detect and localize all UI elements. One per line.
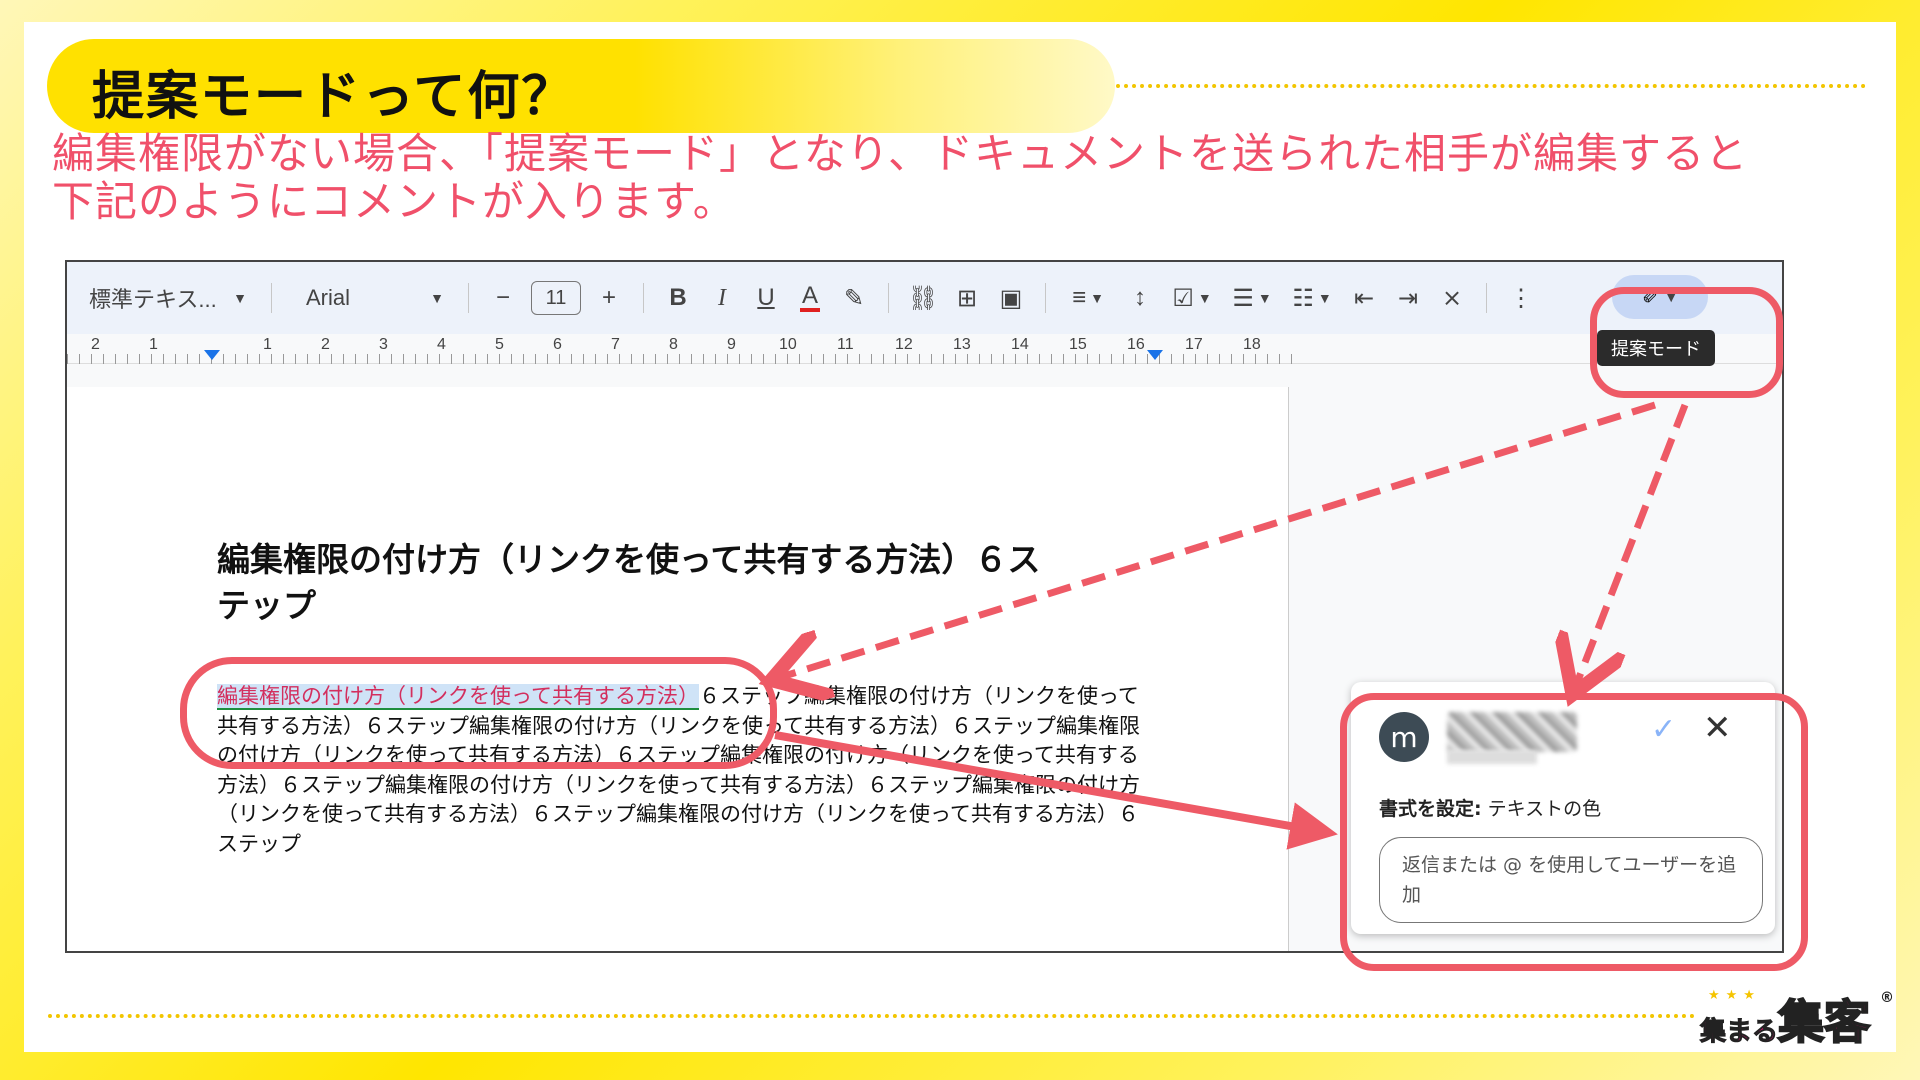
intro-text: 編集権限がない場合、「提案モード」となり、ドキュメントを送られた相手が編集すると…	[52, 130, 1852, 226]
toolbar-separator	[643, 283, 644, 313]
toolbar-separator	[468, 283, 469, 313]
clear-formatting-button[interactable]: ⨯	[1430, 278, 1474, 318]
logo-small-text: 集まる	[1699, 1017, 1779, 1048]
add-comment-button[interactable]: ⊞	[945, 278, 989, 318]
dropdown-icon: ▼	[430, 290, 444, 306]
callout-suggested-text	[180, 657, 777, 769]
checklist-icon: ☑	[1172, 284, 1194, 312]
intro-line-1: 編集権限がない場合、「提案モード」となり、ドキュメントを送られた相手が編集すると	[52, 129, 1749, 178]
link-icon: ⛓	[907, 284, 939, 312]
plus-icon: +	[601, 284, 616, 311]
increase-indent-icon: ⇥	[1397, 284, 1419, 312]
underline-button[interactable]: U	[744, 278, 788, 318]
line-spacing-button[interactable]: ↕	[1118, 278, 1162, 318]
ruler-label: 5	[495, 336, 504, 353]
decrease-indent-icon: ⇤	[1353, 284, 1375, 312]
more-options-button[interactable]: ⋮	[1499, 278, 1543, 318]
ruler-label: 15	[1069, 336, 1087, 353]
dropdown-icon: ▼	[1317, 290, 1332, 306]
right-indent-marker[interactable]	[1147, 350, 1163, 360]
insert-link-button[interactable]: ⛓	[901, 278, 945, 318]
italic-icon: I	[718, 284, 726, 311]
ruler-label: 6	[553, 336, 562, 353]
ruler-label: 3	[379, 336, 388, 353]
increase-font-size-button[interactable]: +	[587, 278, 631, 318]
italic-button[interactable]: I	[700, 278, 744, 318]
paragraph-style-dropdown[interactable]: 標準テキス... ▼	[89, 278, 259, 318]
text-color-button[interactable]: A	[788, 278, 832, 318]
toolbar-separator	[271, 283, 272, 313]
checklist-dropdown[interactable]: ☑ ▼	[1162, 278, 1222, 318]
ruler-label: 13	[953, 336, 971, 353]
highlight-icon: ✎	[843, 284, 865, 312]
dropdown-icon: ▼	[1090, 290, 1104, 306]
callout-suggest-button	[1590, 287, 1783, 398]
image-icon: ▣	[999, 284, 1023, 312]
bullet-list-icon: ☰	[1232, 284, 1254, 312]
callout-comment-card	[1340, 693, 1808, 971]
logo-big-text: 集客	[1777, 995, 1871, 1049]
align-dropdown[interactable]: ≡ ▼	[1058, 278, 1118, 318]
ruler-label: 9	[727, 336, 736, 353]
ruler-label: 12	[895, 336, 913, 353]
title-divider	[1116, 84, 1866, 88]
numbered-list-dropdown[interactable]: ☷ ▼	[1282, 278, 1342, 318]
ruler-label: 8	[669, 336, 678, 353]
ruler-label: 17	[1185, 336, 1203, 353]
underline-icon: U	[757, 284, 775, 311]
align-icon: ≡	[1072, 284, 1087, 311]
line-spacing-icon: ↕	[1134, 284, 1146, 311]
decrease-indent-button[interactable]: ⇤	[1342, 278, 1386, 318]
clear-format-icon: ⨯	[1441, 284, 1463, 312]
ruler-label: 2	[321, 336, 330, 353]
text-color-icon: A	[799, 284, 820, 312]
ruler-label: 10	[779, 336, 797, 353]
registered-mark: ®	[1880, 990, 1894, 1006]
ruler-label: 7	[611, 336, 620, 353]
ruler: 2 1 1 2 3 4 5 6 7 8 9 10 11 12 13 14 15 …	[67, 334, 1782, 364]
paragraph-style-label: 標準テキス...	[89, 287, 217, 312]
brand-logo: ★★★ 集まる 集客 ®	[1699, 988, 1900, 1049]
ruler-ticks	[67, 354, 1293, 364]
numbered-list-icon: ☷	[1292, 284, 1314, 312]
dropdown-icon: ▼	[233, 290, 247, 306]
toolbar-separator	[888, 283, 889, 313]
ruler-label: 2	[91, 336, 100, 353]
intro-line-2: 下記のようにコメントが入ります。	[52, 177, 736, 226]
ruler-label: 16	[1127, 336, 1145, 353]
docs-toolbar: 標準テキス... ▼ Arial ▼ − 11 + B I U A ✎ ⛓ ⊞ …	[67, 262, 1782, 334]
toolbar-separator	[1486, 283, 1487, 313]
bullet-list-dropdown[interactable]: ☰ ▼	[1222, 278, 1282, 318]
star-icons: ★★★	[1708, 988, 1761, 1003]
heading-line-2: テップ	[217, 586, 316, 625]
increase-indent-button[interactable]: ⇥	[1386, 278, 1430, 318]
ruler-label: 14	[1011, 336, 1029, 353]
ruler-label: 1	[263, 336, 272, 353]
more-icon: ⋮	[1509, 284, 1533, 312]
bold-button[interactable]: B	[656, 278, 700, 318]
toolbar-separator	[1045, 283, 1046, 313]
font-label: Arial	[306, 285, 351, 310]
footer-divider	[48, 1014, 1696, 1018]
highlight-button[interactable]: ✎	[832, 278, 876, 318]
font-dropdown[interactable]: Arial ▼	[306, 278, 456, 318]
page-title: 提案モードって何？	[92, 67, 576, 127]
document-heading[interactable]: 編集権限の付け方（リンクを使って共有する方法）６ス テップ	[217, 537, 1117, 629]
font-size-input[interactable]: 11	[531, 281, 581, 315]
bold-icon: B	[669, 284, 687, 311]
dropdown-icon: ▼	[1257, 290, 1272, 306]
decrease-font-size-button[interactable]: −	[481, 278, 525, 318]
ruler-label: 1	[149, 336, 158, 353]
insert-image-button[interactable]: ▣	[989, 278, 1033, 318]
dropdown-icon: ▼	[1197, 290, 1212, 306]
heading-line-1: 編集権限の付け方（リンクを使って共有する方法）６ス	[217, 540, 1041, 579]
add-comment-icon: ⊞	[956, 284, 978, 312]
ruler-label: 11	[837, 336, 854, 353]
left-indent-marker[interactable]	[204, 350, 220, 360]
ruler-label: 18	[1243, 336, 1261, 353]
ruler-label: 4	[437, 336, 446, 353]
minus-icon: −	[495, 284, 510, 311]
